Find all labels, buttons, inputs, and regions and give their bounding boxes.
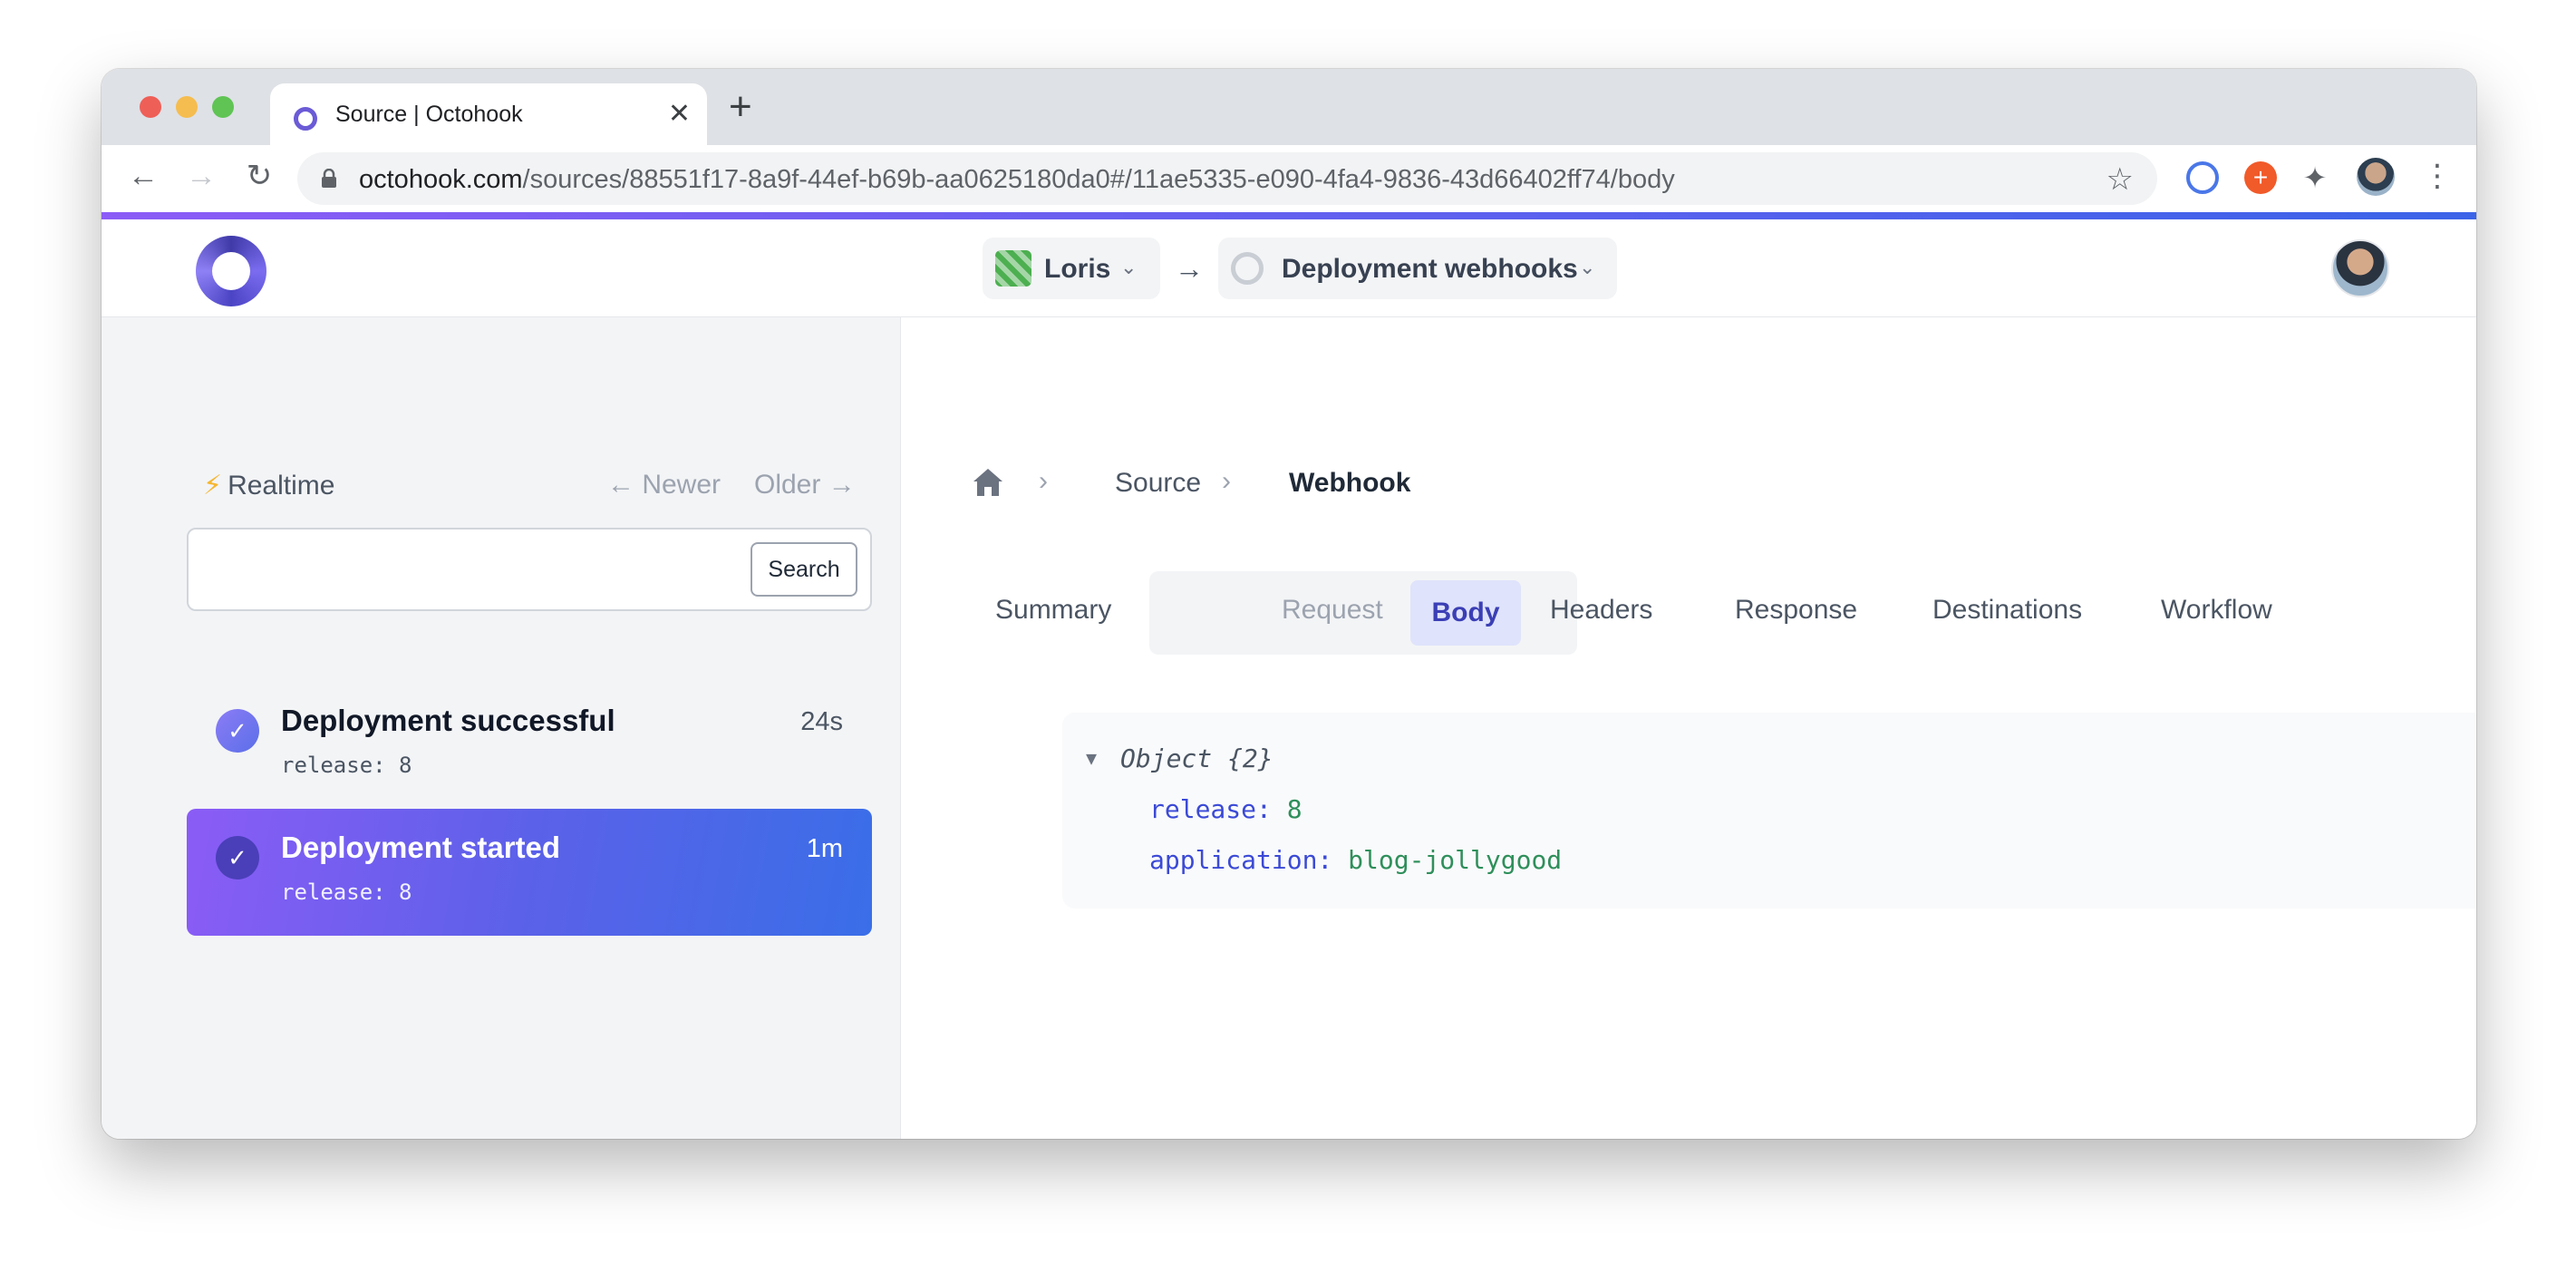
json-key: release: <box>1149 794 1272 824</box>
new-tab-button[interactable]: + <box>729 87 752 127</box>
arrow-right-icon: → <box>1175 252 1204 285</box>
plus-extension-icon[interactable]: + <box>2244 161 2277 194</box>
tab-workflow[interactable]: Workflow <box>2161 595 2272 626</box>
chevron-down-icon: ⌄ <box>1120 256 1138 278</box>
json-value: 8 <box>1286 794 1303 824</box>
realtime-label: Realtime <box>228 471 335 500</box>
breadcrumb-separator-icon: › <box>1222 466 1231 496</box>
tab-body[interactable]: Body <box>1410 580 1521 646</box>
chevron-down-icon: ⌄ <box>1579 256 1596 278</box>
app-header: Loris ⌄ → Deployment webhooks ⌄ <box>102 219 2476 317</box>
org-switcher[interactable]: Loris ⌄ <box>983 238 1160 299</box>
accent-bar <box>102 212 2476 219</box>
json-viewer: ▼ Object {2} release: 8 application: blo… <box>1062 713 2476 909</box>
back-icon[interactable]: ← <box>125 158 161 194</box>
url-path: /sources/88551f17-8a9f-44ef-b69b-aa06251… <box>522 165 1675 194</box>
search-input[interactable]: Search <box>187 528 872 611</box>
webhook-detail: › Source › Webhook Summary Request Body … <box>901 317 2476 1139</box>
search-button[interactable]: Search <box>751 542 857 597</box>
tab-response[interactable]: Response <box>1735 595 1857 626</box>
profile-avatar[interactable] <box>2357 158 2395 196</box>
bookmark-star-icon[interactable]: ☆ <box>2106 161 2134 198</box>
collapse-toggle-icon[interactable]: ▼ <box>1086 747 1097 769</box>
tab-summary[interactable]: Summary <box>995 595 1111 626</box>
check-icon: ✓ <box>216 836 259 879</box>
url-host: octohook.com <box>359 165 523 194</box>
events-sidebar: ⚡ Realtime ← Newer Older → Search ✓ Deplo… <box>102 317 901 1139</box>
older-link[interactable]: Older → <box>754 470 856 500</box>
json-entry: application: blog-jollygood <box>1149 845 1562 875</box>
json-object-label: Object {2} <box>1120 743 1273 773</box>
newer-link[interactable]: ← Newer <box>607 470 721 500</box>
tab-request[interactable]: Request <box>1282 595 1383 626</box>
json-value: blog-jollygood <box>1348 845 1563 875</box>
source-icon <box>1231 252 1264 285</box>
user-avatar[interactable] <box>2331 239 2389 297</box>
breadcrumb-source[interactable]: Source <box>1115 468 1201 499</box>
more-icon[interactable]: ⋮ <box>2422 158 2453 194</box>
breadcrumb-separator-icon: › <box>1039 466 1048 496</box>
event-time: 1m <box>806 834 843 863</box>
tab-destinations[interactable]: Destinations <box>1932 595 2082 626</box>
browser-window: Source | Octohook ✕ + ← → ↻ octohook.com… <box>102 69 2476 1139</box>
source-label: Deployment webhooks <box>1282 254 1578 284</box>
lock-icon <box>322 169 336 188</box>
tab-close-icon[interactable]: ✕ <box>668 98 691 130</box>
home-icon[interactable] <box>972 466 1004 499</box>
url-text: octohook.com/sources/88551f17-8a9f-44ef-… <box>359 165 1675 195</box>
check-icon: ✓ <box>216 709 259 753</box>
tab-headers[interactable]: Headers <box>1550 595 1652 626</box>
reload-icon[interactable]: ↻ <box>241 158 277 194</box>
browser-tab[interactable]: Source | Octohook ✕ <box>270 83 707 145</box>
source-switcher[interactable]: Deployment webhooks ⌄ <box>1218 238 1617 299</box>
json-key: application: <box>1149 845 1333 875</box>
breadcrumb-webhook: Webhook <box>1289 468 1411 498</box>
event-subtitle: release: 8 <box>281 753 412 778</box>
event-title: Deployment started <box>281 831 561 864</box>
minimize-window-button[interactable] <box>176 96 198 118</box>
org-label: Loris <box>1044 254 1111 284</box>
json-entry: release: 8 <box>1149 794 1303 824</box>
org-icon <box>995 250 1031 287</box>
event-item[interactable]: ✓ Deployment successful 24s release: 8 <box>187 682 872 809</box>
close-window-button[interactable] <box>140 96 161 118</box>
event-title: Deployment successful <box>281 704 615 737</box>
lightning-icon: ⚡ <box>203 471 223 500</box>
forward-icon[interactable]: → <box>183 158 219 194</box>
event-item-selected[interactable]: ✓ Deployment started 1m release: 8 <box>187 809 872 936</box>
tab-strip: Source | Octohook ✕ + <box>102 69 2476 145</box>
maximize-window-button[interactable] <box>212 96 234 118</box>
event-subtitle: release: 8 <box>281 879 412 905</box>
address-bar[interactable]: octohook.com/sources/88551f17-8a9f-44ef-… <box>297 152 2157 205</box>
realtime-toggle[interactable]: ⚡ Realtime <box>203 470 334 501</box>
octohook-favicon-icon <box>294 107 317 131</box>
event-time: 24s <box>800 707 843 736</box>
extensions-puzzle-icon[interactable]: ✦ <box>2299 161 2331 194</box>
tab-title: Source | Octohook <box>335 102 523 127</box>
password-extension-icon[interactable] <box>2186 161 2219 194</box>
octohook-logo[interactable] <box>196 236 266 306</box>
browser-toolbar: ← → ↻ octohook.com/sources/88551f17-8a9f… <box>102 145 2476 218</box>
